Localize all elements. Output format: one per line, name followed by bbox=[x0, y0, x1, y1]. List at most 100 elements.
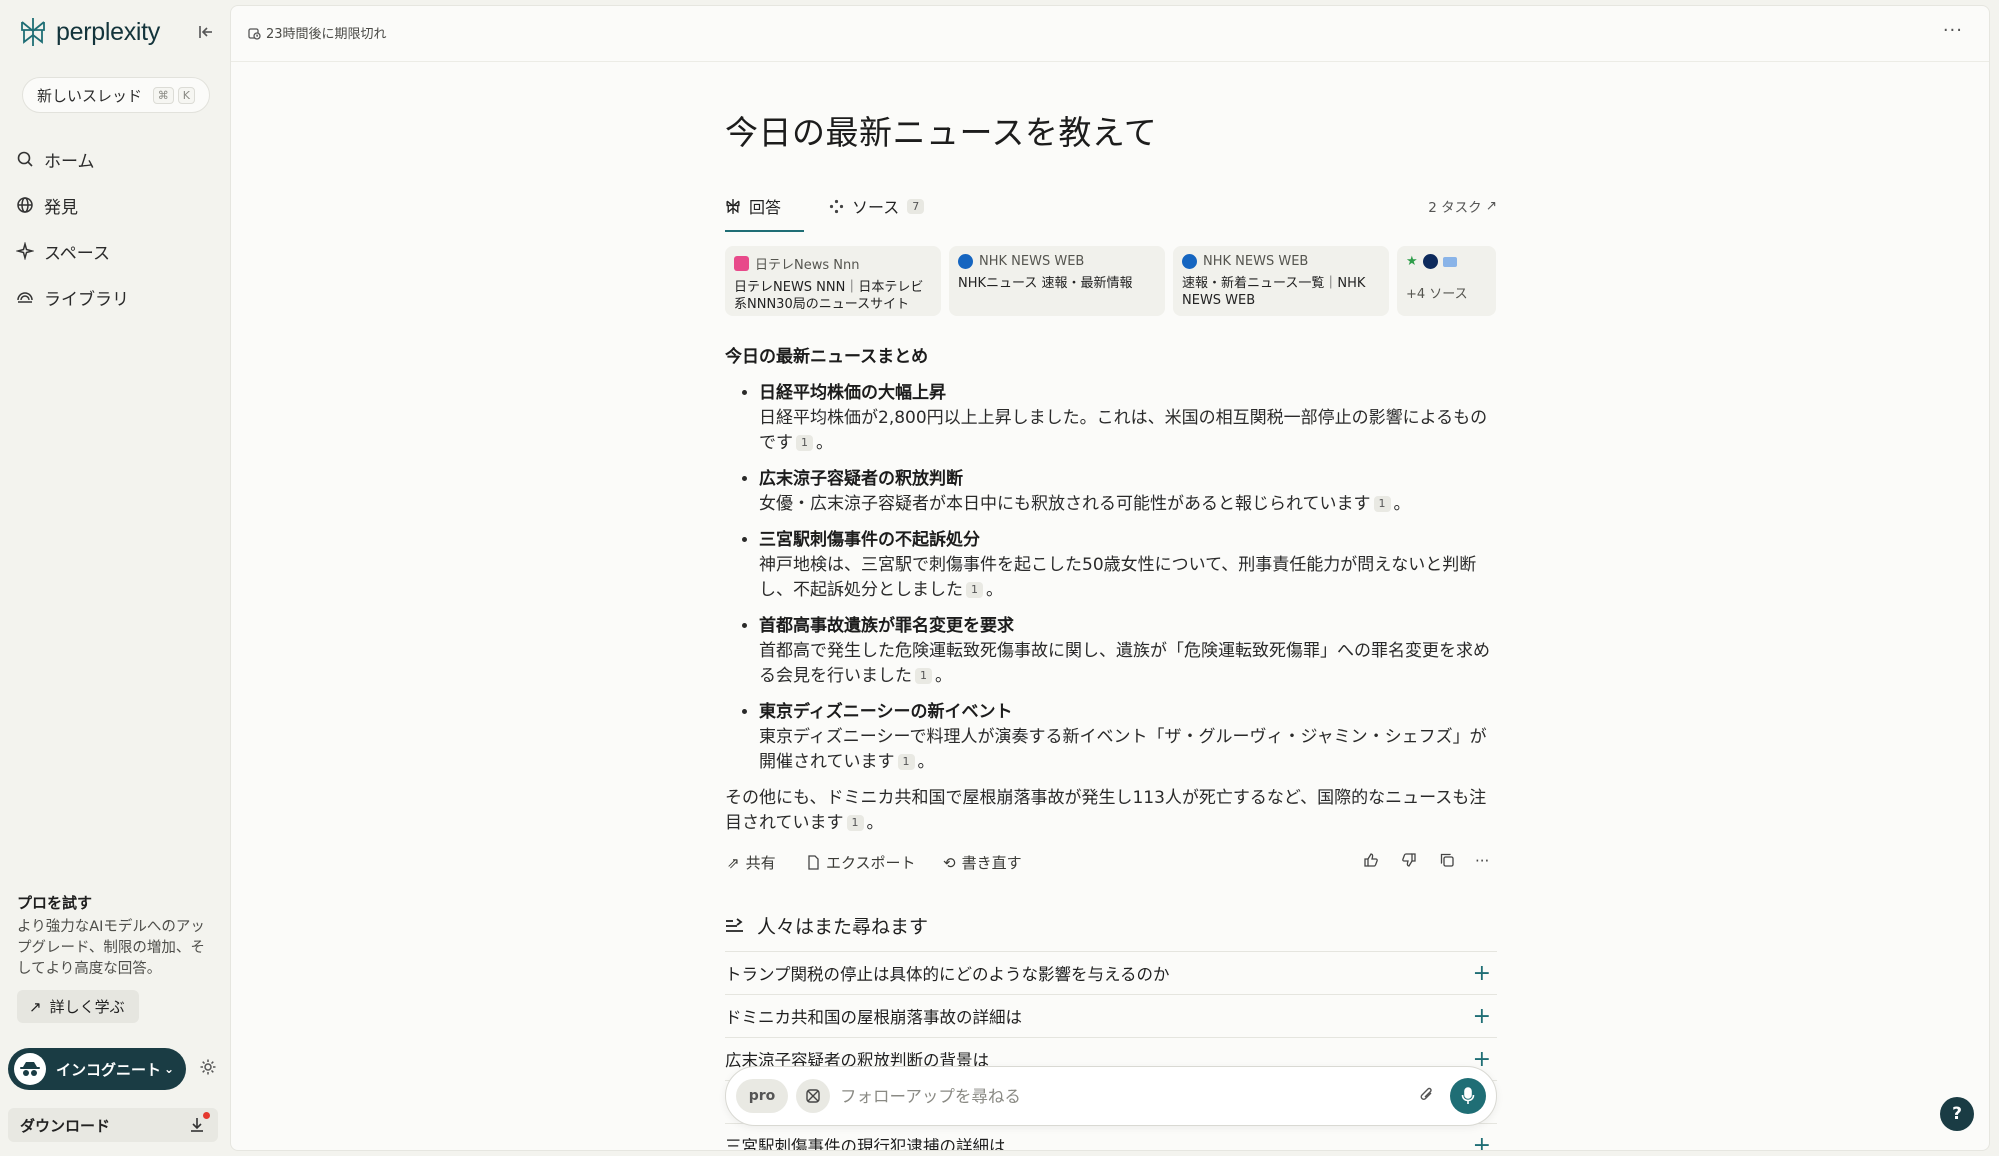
more-icon[interactable]: ··· bbox=[1475, 852, 1495, 872]
download-icon bbox=[188, 1112, 210, 1134]
tasks-link[interactable]: 2 タスク ↗ bbox=[1428, 196, 1497, 216]
source-card[interactable]: 日テレNews Nnn 日テレNEWS NNN｜日本テレビ系NNN30局のニュー… bbox=[725, 246, 941, 316]
paperclip-icon[interactable] bbox=[1418, 1086, 1438, 1106]
library-icon bbox=[17, 292, 33, 303]
active-tab-indicator bbox=[725, 230, 804, 232]
citation-badge[interactable]: 1 bbox=[796, 435, 813, 451]
arrow-up-right-icon: ↗ bbox=[29, 997, 42, 1016]
thumbs-up-icon[interactable] bbox=[1363, 852, 1383, 872]
logo[interactable]: perplexity bbox=[18, 16, 160, 48]
more-sources-card[interactable]: ★ +4 ソース bbox=[1397, 246, 1496, 316]
more-options-icon[interactable]: ··· bbox=[1943, 20, 1963, 41]
export-label: エクスポート bbox=[826, 854, 916, 872]
sidebar-item-label: ホーム bbox=[44, 151, 95, 172]
related-question[interactable]: ドミニカ共和国の屋根崩落事故の詳細は + bbox=[725, 994, 1497, 1037]
news-title: 首都高事故遺族が罪名変更を要求 bbox=[759, 616, 1014, 636]
tab-answer[interactable]: 回答 bbox=[725, 194, 781, 218]
logo-text: perplexity bbox=[56, 17, 160, 46]
share-label: 共有 bbox=[745, 854, 776, 872]
gear-icon[interactable] bbox=[199, 1058, 219, 1078]
source-card[interactable]: NHK NEWS WEB 速報・新着ニュース一覧｜NHK NEWS WEB bbox=[1173, 246, 1389, 316]
period: 。 bbox=[816, 433, 833, 453]
nhk-favicon-icon bbox=[958, 254, 973, 269]
period: 。 bbox=[1393, 494, 1411, 514]
related-question-text: ドミニカ共和国の屋根崩落事故の詳細は bbox=[725, 1008, 1022, 1027]
sidebar-item-home[interactable]: ホーム bbox=[16, 136, 129, 182]
favicon-icon bbox=[1422, 254, 1438, 269]
plus-icon: + bbox=[1472, 1003, 1491, 1029]
news-title: 広末涼子容疑者の釈放判断 bbox=[759, 469, 963, 489]
incognito-label: インコグニート bbox=[56, 1060, 162, 1079]
citation-badge[interactable]: 1 bbox=[915, 668, 932, 684]
related-question-text: 三宮駅刺傷事件の現行犯逮捕の詳細は bbox=[725, 1137, 1006, 1151]
model-selector-icon[interactable] bbox=[796, 1079, 830, 1113]
timer-icon bbox=[248, 27, 261, 40]
related-heading-label: 人々はまた尋ねます bbox=[757, 916, 929, 938]
period: 。 bbox=[935, 666, 952, 686]
export-button[interactable]: エクスポート bbox=[807, 852, 916, 873]
sidebar-item-discover[interactable]: 発見 bbox=[16, 182, 129, 228]
citation-badge[interactable]: 1 bbox=[846, 815, 864, 831]
citation-badge[interactable]: 1 bbox=[1373, 496, 1391, 512]
help-button[interactable]: ? bbox=[1940, 1097, 1974, 1131]
news-title: 三宮駅刺傷事件の不起訴処分 bbox=[759, 530, 980, 550]
list-item: 首都高事故遺族が罪名変更を要求 首都高で発生した危険運転致死傷事故に関し、遺族が… bbox=[759, 614, 1497, 689]
new-thread-button[interactable]: 新しいスレッド ⌘ K bbox=[22, 77, 210, 113]
source-site: NHK NEWS WEB bbox=[1203, 254, 1309, 269]
tab-sources[interactable]: ソース 7 bbox=[829, 194, 925, 218]
share-icon: ⇗ bbox=[727, 853, 740, 872]
learn-more-button[interactable]: ↗ 詳しく学ぶ bbox=[17, 990, 139, 1023]
citation-badge[interactable]: 1 bbox=[966, 582, 983, 598]
related-question[interactable]: 三宮駅刺傷事件の現行犯逮捕の詳細は + bbox=[725, 1123, 1497, 1151]
news-text: 東京ディズニーシーで料理人が演奏する新イベント「ザ・グルーヴィ・ジャミン・シェフ… bbox=[759, 727, 1487, 772]
collapse-sidebar-icon[interactable] bbox=[196, 22, 218, 44]
answer-actions: ⇗ 共有 エクスポート ⟲ 書き直す ··· bbox=[725, 848, 1497, 878]
main-panel: 23時間後に期限切れ ··· 今日の最新ニュースを教えて 回答 ソース 7 2 … bbox=[230, 5, 1990, 1151]
star-favicon-icon: ★ bbox=[1406, 254, 1418, 269]
sidebar: perplexity 新しいスレッド ⌘ K ホーム 発見 スペース ライブラリ… bbox=[0, 0, 230, 1156]
citation-badge[interactable]: 1 bbox=[897, 754, 915, 770]
news-text: 日経平均株価が2,800円以上上昇しました。これは、米国の相互関税一部停止の影響… bbox=[759, 408, 1488, 453]
source-title: NHKニュース 速報・最新情報 bbox=[958, 276, 1133, 291]
sidebar-item-label: ライブラリ bbox=[44, 289, 129, 310]
related-question-text: トランプ関税の停止は具体的にどのような影響を与えるのか bbox=[725, 965, 1170, 984]
download-label: ダウンロード bbox=[20, 1116, 111, 1135]
news-title: 日経平均株価の大幅上昇 bbox=[759, 383, 946, 403]
promo-text: より強力なAIモデルへのアップグレード、制限の増加、そしてより高度な回答。 bbox=[17, 919, 205, 977]
news-title: 東京ディズニーシーの新イベント bbox=[759, 702, 1013, 722]
perplexity-logo-icon bbox=[21, 18, 45, 46]
sidebar-item-spaces[interactable]: スペース bbox=[16, 228, 129, 274]
news-text: 神戸地検は、三宮駅で刺傷事件を起こした50歳女性について、刑事責任能力が問えない… bbox=[759, 555, 1477, 600]
plus-icon: + bbox=[1472, 960, 1491, 986]
pro-toggle[interactable]: pro bbox=[736, 1079, 788, 1113]
source-card[interactable]: NHK NEWS WEB NHKニュース 速報・最新情報 bbox=[949, 246, 1165, 316]
news-text: 女優・広末涼子容疑者が本日中にも釈放される可能性があると報じられています bbox=[759, 494, 1371, 514]
thread-question: 今日の最新ニュースを教えて bbox=[725, 113, 1158, 152]
rewrite-button[interactable]: ⟲ 書き直す bbox=[943, 852, 1022, 873]
sidebar-item-label: 発見 bbox=[44, 197, 78, 218]
follow-up-input[interactable] bbox=[840, 1086, 1418, 1106]
shortcut-hint: ⌘ K bbox=[152, 86, 195, 104]
microphone-icon[interactable] bbox=[1450, 1078, 1486, 1114]
download-button[interactable]: ダウンロード bbox=[8, 1108, 218, 1142]
footer-text: その他にも、ドミニカ共和国で屋根崩落事故が発生し113人が死亡するなど、国際的な… bbox=[725, 788, 1487, 833]
document-icon bbox=[808, 855, 819, 870]
related-heading: 人々はまた尋ねます bbox=[725, 912, 928, 939]
promo-title: プロを試す bbox=[17, 894, 93, 912]
copy-icon[interactable] bbox=[1439, 852, 1459, 872]
source-cards: 日テレNews Nnn 日テレNEWS NNN｜日本テレビ系NNN30局のニュー… bbox=[725, 246, 1496, 316]
nhk-favicon-icon bbox=[1182, 254, 1197, 269]
incognito-button[interactable]: インコグニート ⌄ bbox=[8, 1048, 186, 1090]
sidebar-item-library[interactable]: ライブラリ bbox=[16, 274, 129, 320]
related-question[interactable]: トランプ関税の停止は具体的にどのような影響を与えるのか + bbox=[725, 951, 1497, 994]
answer-footer: その他にも、ドミニカ共和国で屋根崩落事故が発生し113人が死亡するなど、国際的な… bbox=[725, 786, 1497, 836]
share-button[interactable]: ⇗ 共有 bbox=[727, 852, 776, 873]
perplexity-answer-icon bbox=[726, 198, 740, 214]
period: 。 bbox=[866, 813, 884, 833]
topbar: 23時間後に期限切れ ··· bbox=[231, 6, 1989, 62]
sidebar-item-label: スペース bbox=[44, 243, 110, 264]
follow-up-box: pro bbox=[725, 1066, 1497, 1126]
shortcut-cmd: ⌘ bbox=[152, 86, 174, 104]
source-title: 日テレNEWS NNN｜日本テレビ系NNN30局のニュースサイト bbox=[734, 280, 924, 312]
thumbs-down-icon[interactable] bbox=[1401, 852, 1421, 872]
